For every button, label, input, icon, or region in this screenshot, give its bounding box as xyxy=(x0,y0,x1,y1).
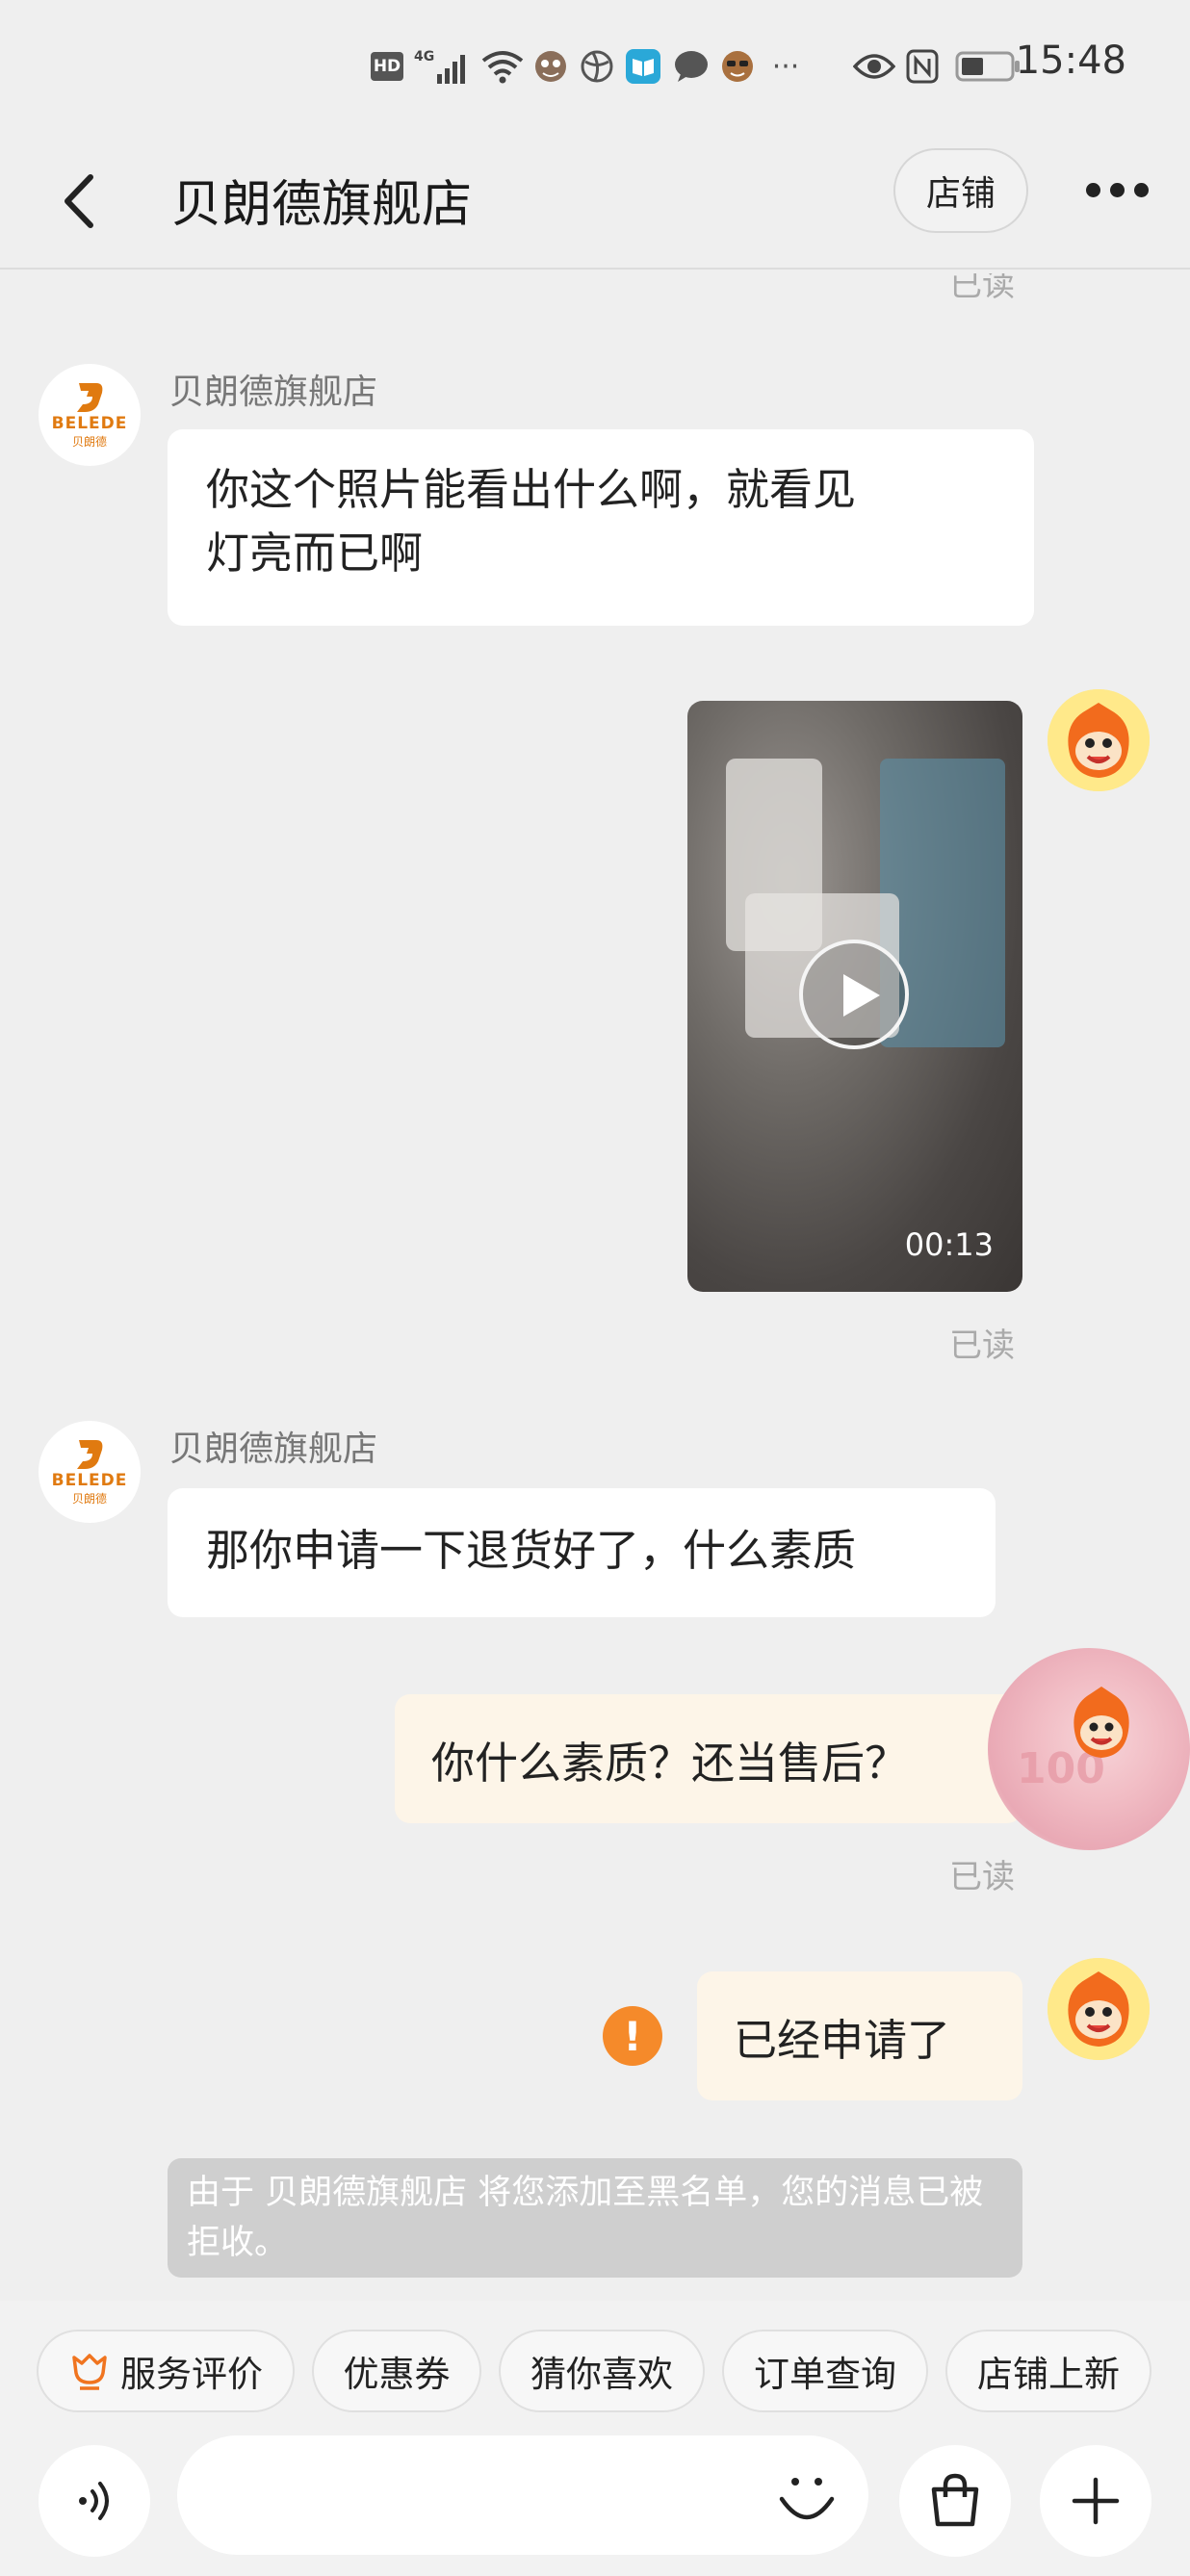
app-notification-icon xyxy=(531,48,570,85)
voice-icon xyxy=(79,2482,109,2520)
message-text-line: 你这个照片能看出什么啊，就看见 xyxy=(206,464,857,515)
voice-button[interactable] xyxy=(39,2445,150,2557)
mascot-avatar-icon xyxy=(1048,1958,1150,2060)
message-bubble[interactable]: 你这个照片能看出什么啊，就看见 灯亮而已啊 xyxy=(168,429,1034,626)
mascot-avatar-icon xyxy=(1048,689,1150,791)
belede-logo-icon xyxy=(77,1439,103,1469)
quick-action-label: 订单查询 xyxy=(754,2354,896,2395)
read-status: 已读 xyxy=(949,1858,1015,1896)
tulip-icon xyxy=(72,2354,107,2390)
quick-action-recommend[interactable]: 猜你喜欢 xyxy=(499,2330,705,2412)
shop-avatar[interactable]: BELEDE 贝朗德 xyxy=(39,364,141,466)
quick-actions-bar: 服务评价 优惠券 猜你喜欢 订单查询 店铺上新 xyxy=(0,2301,1190,2435)
quick-action-order-query[interactable]: 订单查询 xyxy=(722,2330,928,2412)
message-text: 你什么素质？还当售后？ xyxy=(431,1737,909,1789)
sender-name: 贝朗德旗舰店 xyxy=(169,1430,378,1469)
shop-button[interactable]: 店铺 xyxy=(893,148,1028,233)
signal-icon: 4G xyxy=(412,48,474,85)
back-button[interactable] xyxy=(56,167,106,235)
message-bubble[interactable]: 你什么素质？还当售后？ xyxy=(395,1694,1022,1823)
eye-icon xyxy=(853,48,895,85)
quick-action-label: 优惠券 xyxy=(343,2354,451,2395)
shop-brand-text: BELEDE xyxy=(51,1470,128,1490)
message-text: 那你申请一下退货好了，什么素质 xyxy=(206,1525,857,1576)
shop-brand-cn: 贝朗德 xyxy=(71,434,107,449)
shopping-bag-icon xyxy=(931,2473,979,2527)
shop-avatar[interactable]: BELEDE 贝朗德 xyxy=(39,1421,141,1523)
shop-brand-text: BELEDE xyxy=(51,413,128,433)
sender-name: 贝朗德旗舰店 xyxy=(169,373,378,412)
chevron-left-icon xyxy=(65,174,93,228)
quick-action-label: 猜你喜欢 xyxy=(530,2354,673,2395)
hd-icon: HD xyxy=(370,48,404,85)
message-bubble[interactable]: 那你申请一下退货好了，什么素质 xyxy=(168,1488,996,1617)
emoji-icon xyxy=(779,2478,835,2520)
quick-action-label: 服务评价 xyxy=(120,2354,263,2395)
battery-icon xyxy=(955,48,1022,85)
chat-header: 贝朗德旗舰店 店铺 xyxy=(0,135,1190,270)
quick-action-coupon[interactable]: 优惠券 xyxy=(312,2330,481,2412)
more-options-button[interactable] xyxy=(1086,175,1155,204)
quick-action-new-arrivals[interactable]: 店铺上新 xyxy=(945,2330,1151,2412)
status-bar: HD 4G ··· 15:48 xyxy=(0,0,1190,135)
message-text-line: 灯亮而已啊 xyxy=(206,528,424,579)
quick-action-service-review[interactable]: 服务评价 xyxy=(37,2330,295,2412)
system-notice: 由于 贝朗德旗舰店 将您添加至黑名单，您的消息已被拒收。 xyxy=(168,2158,1022,2278)
belede-logo-icon xyxy=(77,382,103,412)
app-notification-icon xyxy=(718,48,757,85)
quick-action-label: 店铺上新 xyxy=(977,2354,1120,2395)
wifi-icon xyxy=(479,48,526,85)
read-status: 已读 xyxy=(949,1327,1015,1365)
message-bubble[interactable]: 已经申请了 xyxy=(697,1971,1022,2100)
svg-text:4G: 4G xyxy=(414,49,434,64)
browser-icon xyxy=(578,48,616,85)
more-notifications: ··· xyxy=(771,49,800,84)
message-icon xyxy=(672,48,711,85)
status-time: 15:48 xyxy=(1015,39,1126,83)
more-dot xyxy=(1134,182,1149,197)
send-failed-icon[interactable]: ! xyxy=(603,2006,662,2066)
more-dot xyxy=(1086,182,1100,197)
shop-brand-cn: 贝朗德 xyxy=(71,1491,107,1506)
mascot-avatar-icon: 100 xyxy=(1017,1687,1129,1793)
video-message[interactable]: 00:13 xyxy=(687,701,1022,1292)
user-avatar[interactable] xyxy=(1048,1958,1150,2060)
user-avatar-frame[interactable]: 100 xyxy=(988,1648,1190,1850)
more-dot xyxy=(1110,182,1125,197)
plus-icon xyxy=(1072,2477,1120,2525)
plus-button[interactable] xyxy=(1040,2445,1151,2557)
video-duration: 00:13 xyxy=(904,1226,994,1263)
message-input[interactable] xyxy=(177,2435,868,2555)
shopping-bag-button[interactable] xyxy=(899,2445,1011,2557)
message-text: 已经申请了 xyxy=(734,2014,951,2066)
nfc-icon xyxy=(905,48,940,85)
play-icon[interactable] xyxy=(799,940,909,1049)
user-avatar[interactable] xyxy=(1048,689,1150,791)
emoji-button[interactable] xyxy=(772,2460,841,2530)
reader-icon xyxy=(624,48,662,85)
page-title: 贝朗德旗舰店 xyxy=(171,176,473,234)
